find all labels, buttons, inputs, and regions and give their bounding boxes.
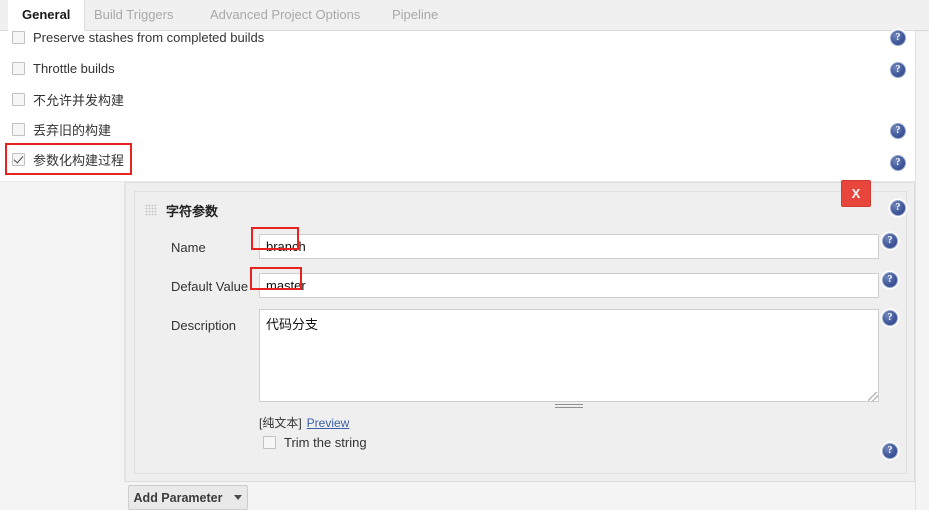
tab-general-label: General bbox=[22, 7, 71, 22]
config-row-parameterized-build[interactable]: 参数化构建过程 bbox=[0, 144, 500, 174]
help-icon-name[interactable] bbox=[882, 233, 898, 249]
help-icon-parameterized[interactable] bbox=[890, 200, 906, 216]
help-icon-default-value[interactable] bbox=[882, 272, 898, 288]
label-parameterized-build: 参数化构建过程 bbox=[33, 152, 125, 168]
drag-grip-icon[interactable] bbox=[145, 204, 157, 216]
checkbox-discard-old-builds[interactable] bbox=[12, 122, 25, 136]
checkbox-no-concurrent-builds[interactable] bbox=[12, 92, 25, 106]
textarea-drag-handle[interactable] bbox=[555, 404, 583, 408]
tab-pipeline-label: Pipeline bbox=[392, 7, 439, 22]
config-row-discard-old-builds[interactable]: 丢弃旧的构建 bbox=[0, 114, 500, 144]
string-parameter-title: 字符参数 bbox=[166, 203, 219, 219]
jenkins-job-config-screen: General Build Triggers Advanced Project … bbox=[0, 0, 929, 510]
string-parameter-header: 字符参数 bbox=[145, 200, 218, 220]
tab-build-triggers-label: Build Triggers bbox=[94, 7, 174, 22]
help-icon-concurrent-builds[interactable] bbox=[890, 123, 906, 139]
textarea-parameter-description[interactable]: 代码分支 bbox=[259, 309, 879, 402]
string-parameter-panel-inner: 字符参数 Name Default Value Description 代码分支… bbox=[134, 191, 907, 474]
help-icon-discard-old-builds[interactable] bbox=[890, 155, 906, 171]
label-preserve-stashes: Preserve stashes from completed builds bbox=[33, 29, 265, 45]
markup-type-label: [纯文本] bbox=[259, 416, 302, 430]
trim-string-row[interactable]: Trim the string bbox=[263, 435, 367, 450]
label-description: Description bbox=[171, 318, 237, 333]
label-discard-old-builds: 丢弃旧的构建 bbox=[33, 122, 112, 138]
string-parameter-panel: 字符参数 Name Default Value Description 代码分支… bbox=[124, 182, 915, 482]
checkbox-preserve-stashes[interactable] bbox=[12, 30, 25, 44]
add-parameter-label: Add Parameter bbox=[133, 490, 223, 505]
tab-advanced-project-options-label: Advanced Project Options bbox=[210, 7, 361, 22]
label-no-concurrent-builds: 不允许并发构建 bbox=[33, 92, 125, 108]
config-row-preserve-stashes[interactable]: Preserve stashes from completed builds bbox=[0, 22, 500, 52]
checkbox-trim-the-string[interactable] bbox=[263, 436, 276, 449]
config-row-throttle-builds[interactable]: Throttle builds bbox=[0, 53, 500, 83]
help-icon-preserve-stashes[interactable] bbox=[890, 30, 906, 46]
checkbox-throttle-builds[interactable] bbox=[12, 61, 25, 75]
label-throttle-builds: Throttle builds bbox=[33, 60, 115, 76]
delete-parameter-button[interactable]: X bbox=[841, 180, 871, 207]
description-markup-info: [纯文本] Preview bbox=[259, 414, 349, 431]
preview-link[interactable]: Preview bbox=[307, 416, 350, 430]
help-icon-description[interactable] bbox=[882, 310, 898, 326]
content-right-border bbox=[915, 31, 916, 510]
input-parameter-name[interactable] bbox=[259, 234, 879, 259]
help-icon-throttle-builds[interactable] bbox=[890, 62, 906, 78]
label-name: Name bbox=[171, 240, 206, 255]
help-icon-trim[interactable] bbox=[882, 443, 898, 459]
label-trim-the-string: Trim the string bbox=[284, 435, 367, 450]
caret-down-icon bbox=[234, 495, 243, 500]
add-parameter-button[interactable]: Add Parameter bbox=[128, 485, 248, 510]
config-row-no-concurrent-builds[interactable]: 不允许并发构建 bbox=[0, 84, 500, 114]
label-default-value: Default Value bbox=[171, 279, 249, 294]
input-parameter-default-value[interactable] bbox=[259, 273, 879, 298]
checkbox-parameterized-build[interactable] bbox=[12, 152, 25, 166]
close-icon: X bbox=[851, 186, 861, 201]
